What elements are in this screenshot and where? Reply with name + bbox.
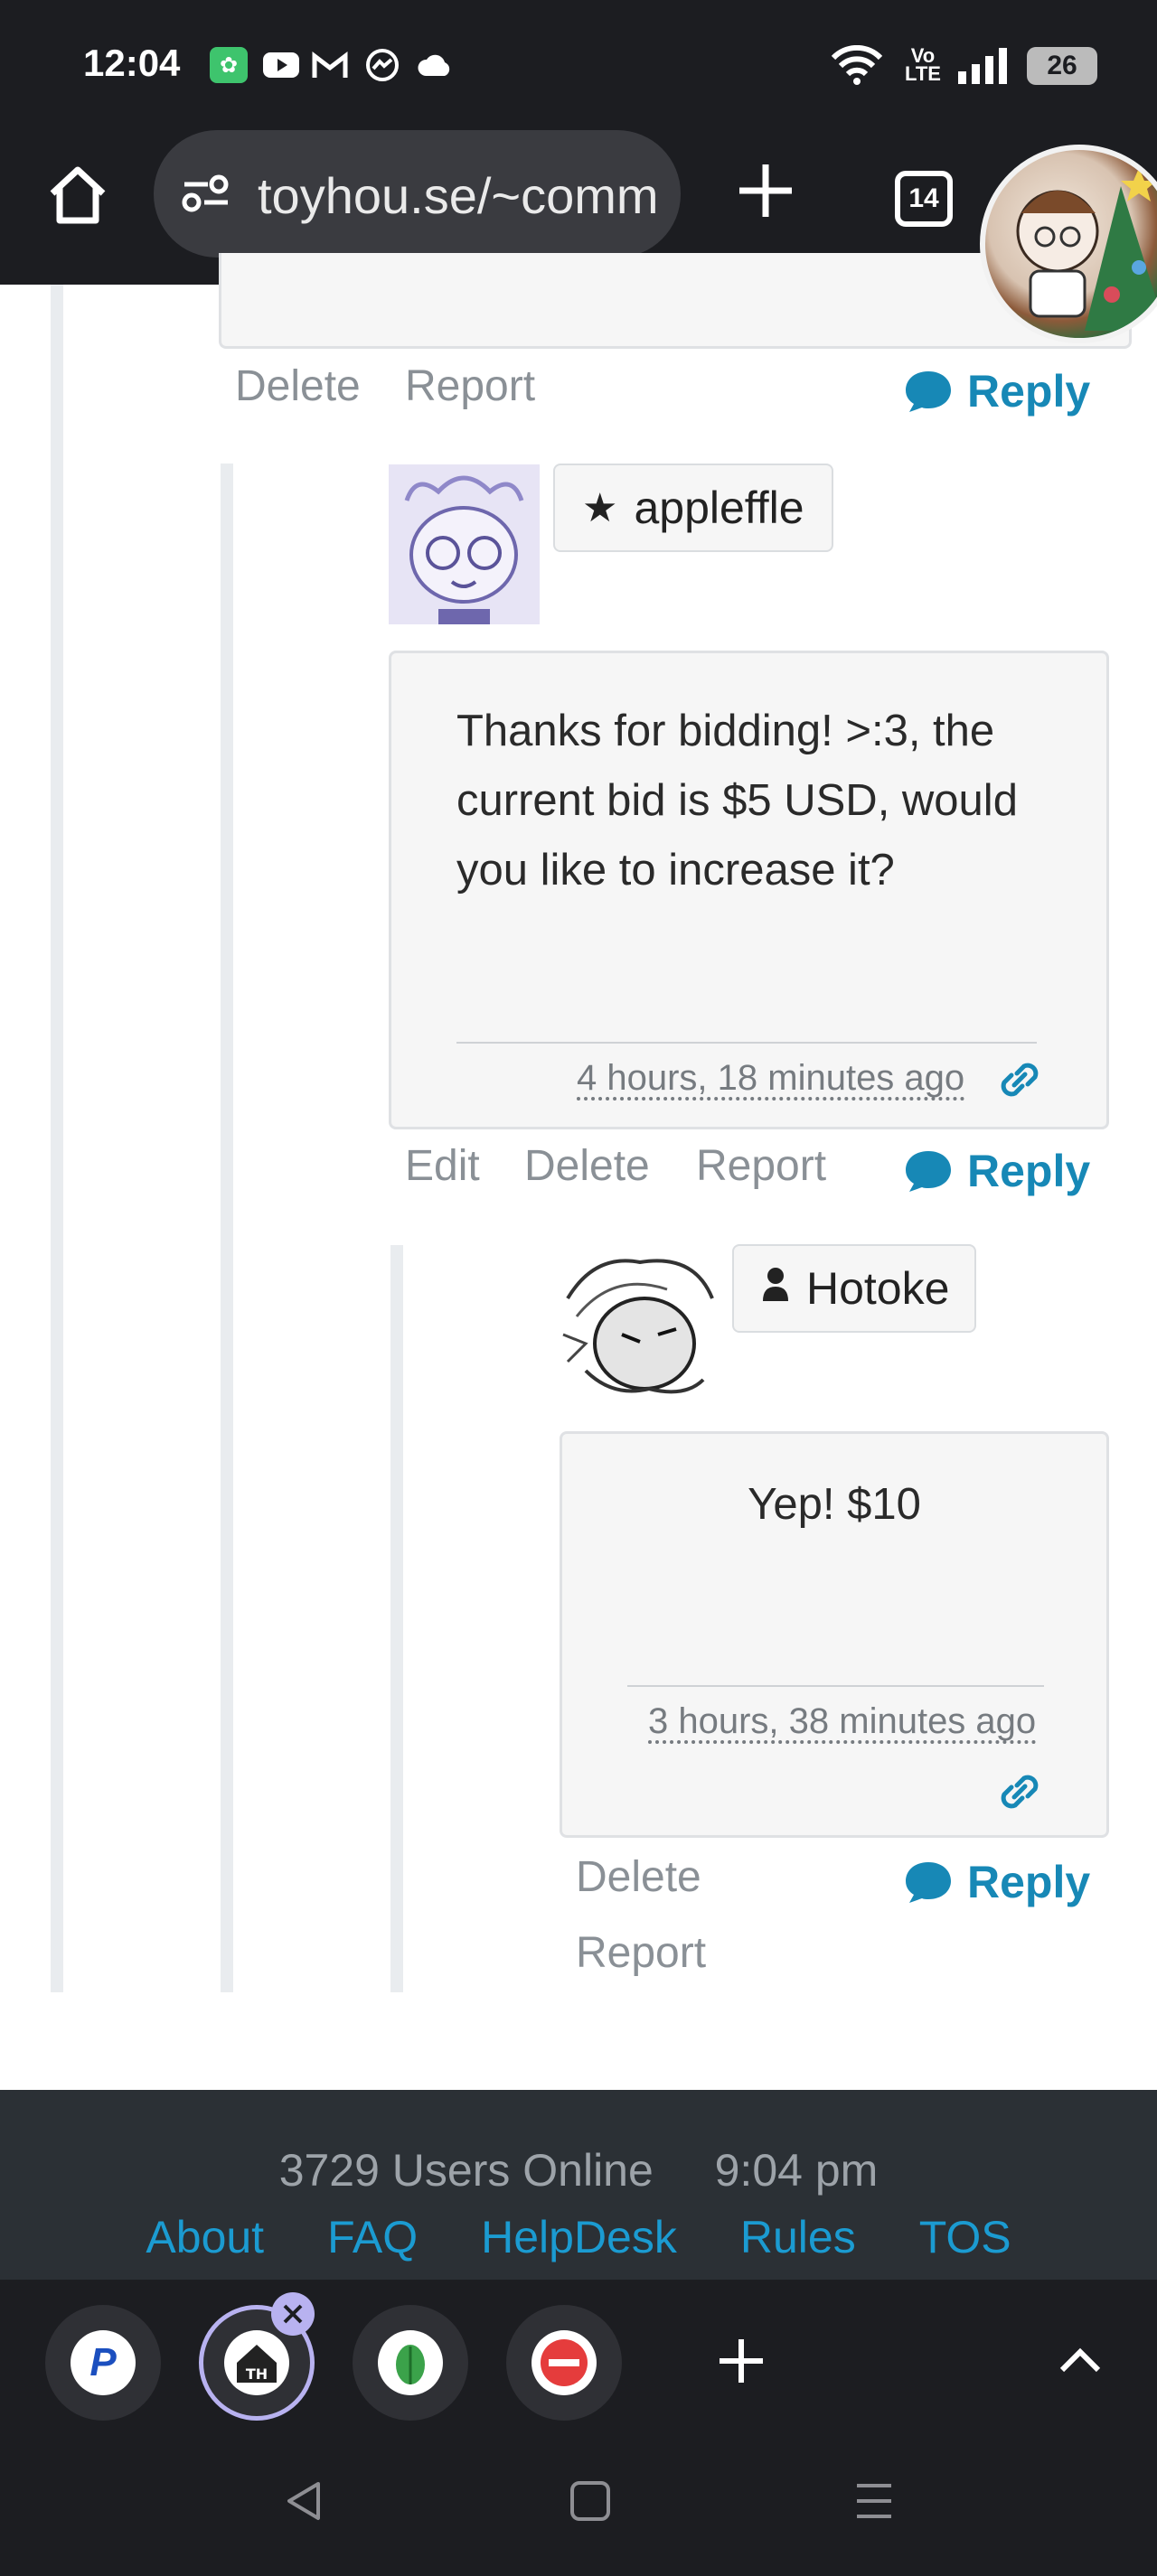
- back-icon: [287, 2482, 320, 2520]
- recents-button[interactable]: [853, 2480, 895, 2522]
- comment-text: Thanks for bidding! >:3, the current bid…: [456, 707, 1018, 895]
- comment-text: Yep! $10: [748, 1480, 921, 1529]
- timestamp-link[interactable]: 4 hours, 18 minutes ago: [577, 1058, 964, 1099]
- comment-divider: [627, 1685, 1044, 1687]
- messenger-icon: [363, 47, 401, 83]
- delete-link[interactable]: Delete: [524, 1141, 650, 1191]
- footer-stats: 3729 Users Online 9:04 pm: [0, 2144, 1157, 2197]
- expand-tabs-button[interactable]: [1058, 2345, 1103, 2381]
- menu-icon: [857, 2484, 891, 2518]
- delete-link[interactable]: Delete: [235, 361, 361, 411]
- star-icon: ★: [582, 485, 618, 530]
- tab-red[interactable]: [506, 2305, 622, 2421]
- comment-box: Yep! $10 3 hours, 38 minutes ago: [560, 1431, 1109, 1838]
- close-icon: [283, 2304, 303, 2324]
- report-link[interactable]: Report: [576, 1928, 706, 1978]
- toyhouse-icon: TH: [224, 2330, 289, 2395]
- volte-indicator: Vo LTE: [905, 44, 941, 85]
- report-link[interactable]: Report: [696, 1141, 826, 1191]
- comment-divider: [456, 1042, 1037, 1044]
- edit-link[interactable]: Edit: [405, 1141, 480, 1191]
- footer-link-faq[interactable]: FAQ: [327, 2211, 418, 2263]
- tab-strip: P TH: [0, 2280, 1157, 2438]
- new-tab-button[interactable]: [734, 159, 797, 222]
- delete-link[interactable]: Delete: [576, 1852, 701, 1902]
- thread-line-level-2: [221, 464, 233, 1992]
- system-nav-bar: [0, 2438, 1157, 2576]
- comment-icon: [906, 1151, 951, 1192]
- home-icon: [50, 166, 106, 224]
- reply-button[interactable]: Reply: [904, 1145, 1090, 1197]
- username-badge-appleffle[interactable]: ★ appleffle: [553, 464, 833, 552]
- back-button[interactable]: [282, 2478, 327, 2524]
- thread-line-outer: [51, 285, 63, 1992]
- timestamp-link[interactable]: 3 hours, 38 minutes ago: [648, 1701, 1036, 1742]
- leaf-app-icon: [378, 2330, 443, 2395]
- username: appleffle: [634, 482, 804, 533]
- thread-line-level-3: [390, 1245, 403, 1992]
- permalink-icon[interactable]: [997, 1057, 1042, 1102]
- tab-paypal[interactable]: P: [45, 2305, 161, 2421]
- chevron-up-icon: [1059, 2347, 1101, 2373]
- status-bar: 12:04 ✿ Vo LTE 26: [0, 0, 1157, 126]
- avatar-hotoke[interactable]: [559, 1244, 720, 1405]
- youtube-icon: [262, 47, 300, 83]
- user-icon: [761, 1266, 790, 1311]
- report-link[interactable]: Report: [405, 361, 535, 411]
- avatar-appleffle[interactable]: [389, 464, 540, 624]
- app-notification-icon: ✿: [210, 47, 248, 83]
- close-tab-button[interactable]: [271, 2292, 315, 2336]
- wifi-icon: [830, 45, 884, 85]
- cloud-icon: [416, 47, 454, 83]
- url-text[interactable]: toyhou.se/~comm: [258, 166, 664, 225]
- svg-text:TH: TH: [246, 2365, 268, 2383]
- plus-icon: [720, 2339, 763, 2383]
- reply-button[interactable]: Reply: [904, 1856, 1090, 1908]
- permalink-icon[interactable]: [997, 1769, 1042, 1814]
- red-app-icon: [531, 2330, 597, 2395]
- paypal-icon: P: [71, 2330, 136, 2395]
- add-tab-button[interactable]: [714, 2334, 777, 2397]
- tab-switcher-button[interactable]: 14: [895, 171, 953, 227]
- server-time: 9:04 pm: [714, 2145, 879, 2196]
- reply-label: Reply: [967, 1146, 1091, 1196]
- reply-button[interactable]: Reply: [904, 365, 1090, 417]
- home-button[interactable]: [45, 163, 110, 228]
- comment-box: Thanks for bidding! >:3, the current bid…: [389, 651, 1109, 1129]
- gmail-icon: [311, 47, 349, 83]
- footer-link-rules[interactable]: Rules: [740, 2211, 856, 2263]
- footer-link-helpdesk[interactable]: HelpDesk: [481, 2211, 677, 2263]
- site-footer: 3729 Users Online 9:04 pm About FAQ Help…: [0, 2090, 1157, 2280]
- square-icon: [570, 2481, 610, 2521]
- comment-icon: [906, 1862, 951, 1903]
- username-badge-hotoke[interactable]: Hotoke: [732, 1244, 976, 1333]
- footer-links: About FAQ HelpDesk Rules TOS: [0, 2211, 1157, 2263]
- signal-icon: [956, 47, 1009, 84]
- status-time: 12:04: [83, 42, 181, 84]
- users-online: 3729 Users Online: [278, 2145, 654, 2196]
- comment-icon: [906, 371, 951, 412]
- tab-green[interactable]: [353, 2305, 468, 2421]
- reply-label: Reply: [967, 1857, 1091, 1907]
- footer-link-about[interactable]: About: [146, 2211, 264, 2263]
- reply-label: Reply: [967, 366, 1091, 417]
- footer-link-tos[interactable]: TOS: [919, 2211, 1011, 2263]
- site-settings-icon[interactable]: [181, 168, 231, 219]
- home-nav-button[interactable]: [569, 2480, 611, 2522]
- battery-indicator: 26: [1027, 47, 1097, 85]
- username: Hotoke: [806, 1263, 950, 1314]
- address-bar[interactable]: toyhou.se/~comm: [154, 130, 681, 258]
- plus-icon: [739, 164, 792, 217]
